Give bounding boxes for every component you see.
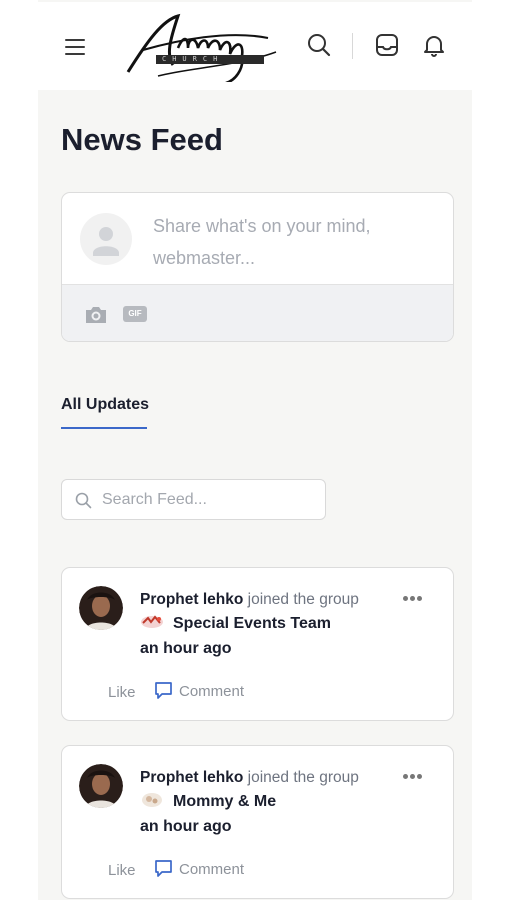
activity-action: joined the group <box>247 769 359 786</box>
logo-subtext: CHURCH <box>156 55 264 64</box>
timestamp: an hour ago <box>140 640 232 657</box>
logo-script <box>126 13 277 82</box>
site-header: CHURCH <box>38 2 472 90</box>
more-icon[interactable] <box>403 588 427 601</box>
like-button[interactable]: Like <box>108 862 136 879</box>
comment-icon <box>155 860 172 877</box>
avatar[interactable] <box>79 764 123 808</box>
group-name: Mommy & Me <box>173 793 277 810</box>
author-link[interactable]: Prophet lehko <box>140 591 243 608</box>
comment-button[interactable]: Comment <box>154 859 244 878</box>
feed-search <box>61 479 326 520</box>
comment-icon <box>155 682 172 699</box>
post-composer[interactable]: Share what's on your mind, webmaster... … <box>61 192 454 342</box>
feed-item: Prophet lehko joined the group Mommy & M… <box>61 745 454 899</box>
gif-icon[interactable]: GIF <box>123 306 147 322</box>
activity-text: Prophet lehko joined the group <box>140 591 359 609</box>
author-link[interactable]: Prophet lehko <box>140 769 243 786</box>
page-title: News Feed <box>61 122 223 157</box>
group-link[interactable]: Special Events Team <box>140 614 331 633</box>
like-button[interactable]: Like <box>108 684 136 701</box>
avatar-placeholder-icon <box>80 213 132 265</box>
comment-label: Comment <box>179 861 245 878</box>
timestamp: an hour ago <box>140 818 232 835</box>
comment-label: Comment <box>179 683 245 700</box>
composer-input[interactable]: Share what's on your mind, webmaster... <box>153 210 423 274</box>
comment-button[interactable]: Comment <box>154 681 244 700</box>
group-name: Special Events Team <box>173 615 331 632</box>
search-input[interactable] <box>102 489 312 511</box>
tab-all-updates[interactable]: All Updates <box>61 396 149 414</box>
bell-icon[interactable] <box>421 32 447 58</box>
header-divider <box>352 33 353 59</box>
search-icon[interactable] <box>306 32 332 58</box>
activity-action: joined the group <box>247 591 359 608</box>
group-link[interactable]: Mommy & Me <box>140 792 276 811</box>
group-icon <box>142 793 162 807</box>
feed-item: Prophet lehko joined the group Special E… <box>61 567 454 721</box>
tab-active-indicator <box>61 427 147 429</box>
group-icon <box>141 615 163 628</box>
composer-toolbar: GIF <box>62 284 453 341</box>
inbox-icon[interactable] <box>374 32 400 58</box>
site-logo[interactable]: CHURCH <box>118 10 278 82</box>
menu-icon[interactable] <box>65 39 85 55</box>
search-icon <box>75 492 92 509</box>
camera-icon[interactable] <box>84 303 108 325</box>
more-icon[interactable] <box>403 766 427 779</box>
activity-text: Prophet lehko joined the group <box>140 769 359 787</box>
avatar[interactable] <box>79 586 123 630</box>
